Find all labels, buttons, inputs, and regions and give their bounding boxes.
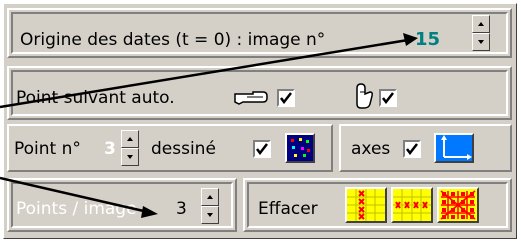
clear-label: Effacer — [258, 199, 318, 219]
drawn-label: dessiné — [151, 139, 216, 159]
point-label: Point n° — [14, 139, 81, 159]
clear-row-icon — [393, 189, 431, 221]
axes-button[interactable] — [434, 133, 474, 163]
clear-button-1[interactable] — [345, 187, 387, 223]
raised-hand-icon — [354, 82, 376, 110]
axes-checkbox[interactable] — [403, 140, 421, 158]
clear-column-icon — [347, 189, 385, 221]
point-spin-down[interactable] — [121, 148, 139, 166]
axes-icon — [436, 135, 472, 161]
per-image-value: 3 — [176, 199, 187, 219]
origin-label: Origine des dates (t = 0) : image n° — [20, 30, 326, 50]
clear-all-icon — [439, 189, 477, 221]
arrow-up-icon — [127, 137, 133, 141]
auto-label: Point suivant auto. — [16, 88, 175, 108]
point-spin-up[interactable] — [121, 130, 139, 148]
arrow-down-icon — [207, 213, 213, 217]
drawn-points-button[interactable] — [285, 133, 315, 163]
arrow-up-icon — [478, 22, 484, 26]
pointing-hand-icon — [233, 88, 269, 106]
clear-button-2[interactable] — [391, 187, 433, 223]
per-image-spin-up[interactable] — [201, 188, 219, 206]
per-image-spinner[interactable] — [201, 188, 219, 224]
origin-spin-down[interactable] — [472, 33, 490, 51]
per-image-spin-down[interactable] — [201, 206, 219, 224]
dotted-points-icon — [287, 135, 313, 161]
origin-spinner[interactable] — [472, 15, 490, 51]
arrow-up-icon — [207, 195, 213, 199]
axes-label: axes — [351, 139, 391, 159]
point-number: 3 — [104, 139, 116, 159]
auto-checkbox-1[interactable] — [277, 89, 295, 107]
origin-value: 15 — [415, 29, 441, 50]
point-spinner[interactable] — [121, 130, 139, 166]
origin-spin-up[interactable] — [472, 15, 490, 33]
auto-checkbox-2[interactable] — [379, 89, 397, 107]
drawn-checkbox[interactable] — [253, 140, 271, 158]
per-image-label: Points / image — [16, 199, 137, 219]
arrow-down-icon — [478, 40, 484, 44]
arrow-down-icon — [127, 155, 133, 159]
clear-button-3[interactable] — [437, 187, 479, 223]
